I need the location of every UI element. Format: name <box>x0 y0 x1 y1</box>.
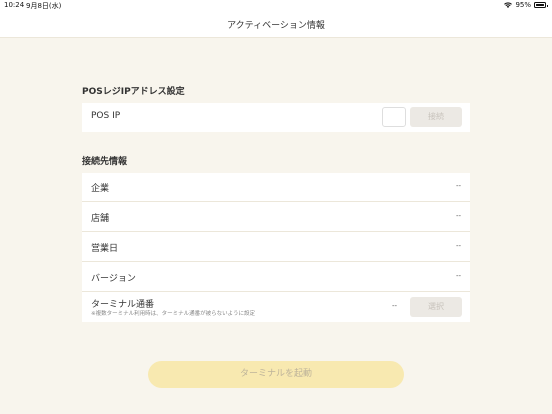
pos-ip-card: POS IP 接続 <box>82 103 470 132</box>
store-row: 店舗 -- <box>82 203 470 232</box>
version-label: バージョン <box>91 274 136 284</box>
navigation-bar: アクティベーション情報 <box>0 12 552 38</box>
version-row: バージョン -- <box>82 263 470 292</box>
battery-icon <box>534 2 548 8</box>
page-title: アクティベーション情報 <box>227 21 325 31</box>
wifi-icon <box>504 1 513 8</box>
terminal-number-value: -- <box>391 302 397 310</box>
connection-info-card: 企業 -- 店舗 -- 営業日 -- バージョン -- ターミナル通番 ※複数タ… <box>82 173 470 322</box>
business-day-row: 営業日 -- <box>82 233 470 262</box>
battery-percent: 95% <box>515 1 531 9</box>
company-value: -- <box>455 182 461 190</box>
version-value: -- <box>455 272 461 280</box>
store-label: 店舗 <box>91 214 110 224</box>
business-day-label: 営業日 <box>91 244 119 254</box>
terminal-number-row: ターミナル通番 ※複数ターミナル利用時は、ターミナル通番が被らないように設定 -… <box>82 293 470 322</box>
status-date: 9月8日(水) <box>26 2 62 10</box>
start-terminal-button[interactable]: ターミナルを起動 <box>148 361 404 388</box>
pos-section-title: POSレジIPアドレス設定 <box>82 87 185 97</box>
pos-ip-row: POS IP 接続 <box>82 103 470 132</box>
company-label: 企業 <box>91 184 110 194</box>
status-time: 10:24 <box>4 1 25 9</box>
terminal-number-note: ※複数ターミナル利用時は、ターミナル通番が被らないように設定 <box>91 311 256 317</box>
business-day-value: -- <box>455 242 461 250</box>
pos-ip-input[interactable] <box>382 107 406 127</box>
store-value: -- <box>455 212 461 220</box>
pos-ip-label: POS IP <box>91 111 121 121</box>
company-row: 企業 -- <box>82 173 470 202</box>
connect-button[interactable]: 接続 <box>410 107 462 127</box>
select-button[interactable]: 選択 <box>410 297 462 317</box>
status-right: 95% <box>504 1 548 9</box>
connection-section-title: 接続先情報 <box>82 157 128 167</box>
status-bar: 10:24 9月8日(水) 95% <box>0 0 552 12</box>
